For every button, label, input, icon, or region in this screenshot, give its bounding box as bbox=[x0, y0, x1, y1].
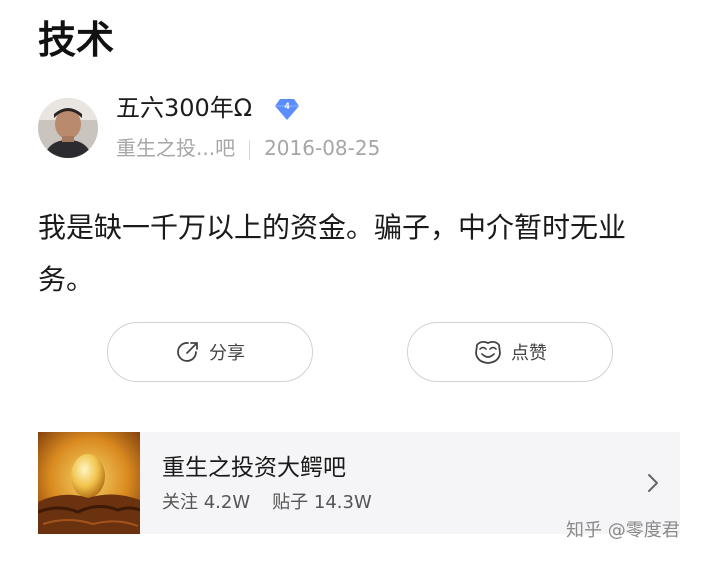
forum-name: 重生之投资大鳄吧 bbox=[162, 455, 346, 481]
forum-thumbnail bbox=[38, 432, 140, 534]
like-face-icon bbox=[475, 340, 501, 364]
golden-egg-image bbox=[38, 432, 140, 534]
level-number: 4 bbox=[284, 101, 290, 111]
author-name[interactable]: 五六300年Ω bbox=[116, 91, 252, 125]
like-button[interactable]: 点赞 bbox=[407, 322, 613, 382]
post-date: 2016-08-25 bbox=[264, 136, 381, 160]
watermark: 知乎 @零度君 bbox=[566, 520, 680, 541]
forum-link[interactable]: 重生之投...吧 bbox=[116, 136, 235, 160]
share-button[interactable]: 分享 bbox=[107, 322, 313, 382]
post-body: 我是缺一千万以上的资金。骗子，中介暂时无业务。 bbox=[38, 211, 627, 296]
forum-stats: 关注 4.2W 贴子 14.3W bbox=[162, 490, 372, 516]
share-label: 分享 bbox=[209, 343, 245, 364]
post-meta: 重生之投...吧 2016-08-25 bbox=[116, 134, 380, 162]
avatar[interactable] bbox=[38, 98, 98, 158]
like-label: 点赞 bbox=[511, 343, 547, 364]
meta-divider bbox=[249, 139, 251, 160]
share-icon bbox=[177, 342, 198, 362]
followers-count: 关注 4.2W bbox=[162, 492, 251, 513]
page-title: 技术 bbox=[38, 18, 115, 62]
avatar-image bbox=[38, 98, 98, 158]
posts-count: 贴子 14.3W bbox=[272, 492, 372, 513]
chevron-right-icon bbox=[642, 470, 664, 496]
level-badge: 4 bbox=[274, 97, 300, 121]
